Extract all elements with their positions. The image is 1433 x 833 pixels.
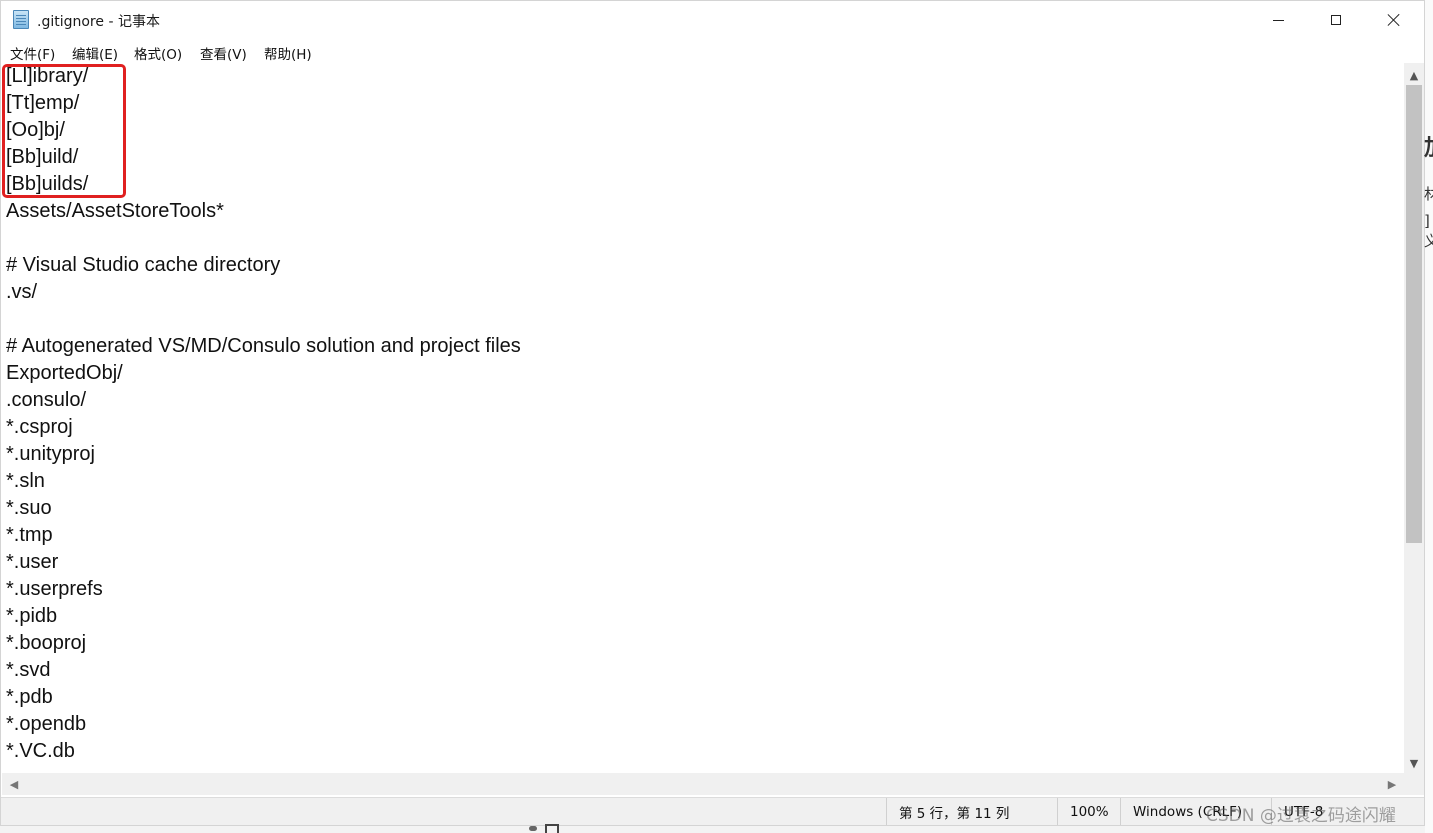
text-line[interactable]: [Ll]ibrary/ (6, 63, 521, 90)
text-line[interactable]: # Autogenerated VS/MD/Consulo solution a… (6, 333, 521, 360)
text-line[interactable]: Assets/AssetStoreTools* (6, 198, 521, 225)
status-position: 第 5 行，第 11 列 (899, 805, 1010, 822)
editor-text[interactable]: [Ll]ibrary/[Tt]emp/[Oo]bj/[Bb]uild/[Bb]u… (2, 63, 521, 765)
menu-file[interactable]: 文件(F) (10, 43, 55, 63)
csdn-watermark: CSDN @过袁之码途闪耀 (1206, 806, 1396, 826)
text-line[interactable]: [Oo]bj/ (6, 117, 521, 144)
close-icon (1387, 13, 1401, 27)
menu-bar: 文件(F) 编辑(E) 格式(O) 查看(V) 帮助(H) (1, 39, 1424, 63)
vertical-scroll-thumb[interactable] (1406, 85, 1422, 543)
text-line[interactable]: *.tmp (6, 522, 521, 549)
text-line[interactable]: [Bb]uild/ (6, 144, 521, 171)
background-text: 材 (1424, 185, 1433, 203)
text-line[interactable]: *.svd (6, 657, 521, 684)
maximize-button[interactable] (1307, 1, 1365, 39)
maximize-icon (1331, 15, 1341, 25)
text-line[interactable]: *.userprefs (6, 576, 521, 603)
text-line[interactable]: *.unityproj (6, 441, 521, 468)
title-bar[interactable]: .gitignore - 记事本 (1, 1, 1424, 39)
scroll-left-icon[interactable]: ◀ (4, 773, 24, 795)
scroll-up-icon[interactable]: ▲ (1404, 65, 1424, 85)
text-line[interactable]: .vs/ (6, 279, 521, 306)
text-line[interactable]: *.csproj (6, 414, 521, 441)
scroll-right-icon[interactable]: ▶ (1382, 773, 1402, 795)
minimize-button[interactable] (1249, 1, 1307, 39)
notepad-icon (13, 10, 29, 29)
menu-view[interactable]: 查看(V) (200, 43, 247, 63)
text-line[interactable]: *.pdb (6, 684, 521, 711)
text-line[interactable]: [Bb]uilds/ (6, 171, 521, 198)
text-line[interactable] (6, 225, 521, 252)
background-text: 加 (1424, 130, 1433, 162)
text-line[interactable]: *.booproj (6, 630, 521, 657)
horizontal-scrollbar[interactable]: ◀ ▶ (2, 773, 1404, 795)
text-line[interactable]: .consulo/ (6, 387, 521, 414)
text-line[interactable]: ExportedObj/ (6, 360, 521, 387)
text-line[interactable]: *.opendb (6, 711, 521, 738)
text-line[interactable]: *.pidb (6, 603, 521, 630)
text-line[interactable]: *.suo (6, 495, 521, 522)
scrollbar-corner (1404, 773, 1424, 795)
background-page (1425, 0, 1433, 833)
text-line[interactable]: *.sln (6, 468, 521, 495)
text-line[interactable]: *.VC.db (6, 738, 521, 765)
text-line[interactable] (6, 306, 521, 333)
text-line[interactable]: *.user (6, 549, 521, 576)
text-editor[interactable]: [Ll]ibrary/[Tt]emp/[Oo]bj/[Bb]uild/[Bb]u… (2, 63, 1404, 773)
text-line[interactable]: [Tt]emp/ (6, 90, 521, 117)
menu-help[interactable]: 帮助(H) (264, 43, 312, 63)
menu-edit[interactable]: 编辑(E) (72, 43, 118, 63)
vertical-scrollbar[interactable]: ▲ ▼ (1404, 63, 1424, 773)
background-text: ]义 (1424, 212, 1433, 250)
status-zoom: 100% (1070, 803, 1109, 820)
notepad-window: .gitignore - 记事本 文件(F) 编辑(E) 格式(O) 查看(V)… (0, 0, 1425, 826)
scroll-down-icon[interactable]: ▼ (1404, 753, 1424, 773)
close-button[interactable] (1365, 1, 1423, 39)
menu-format[interactable]: 格式(O) (134, 43, 182, 63)
minimize-icon (1272, 19, 1284, 21)
taskbar-icon (529, 824, 567, 833)
window-title: .gitignore - 记事本 (37, 14, 160, 30)
text-line[interactable]: # Visual Studio cache directory (6, 252, 521, 279)
